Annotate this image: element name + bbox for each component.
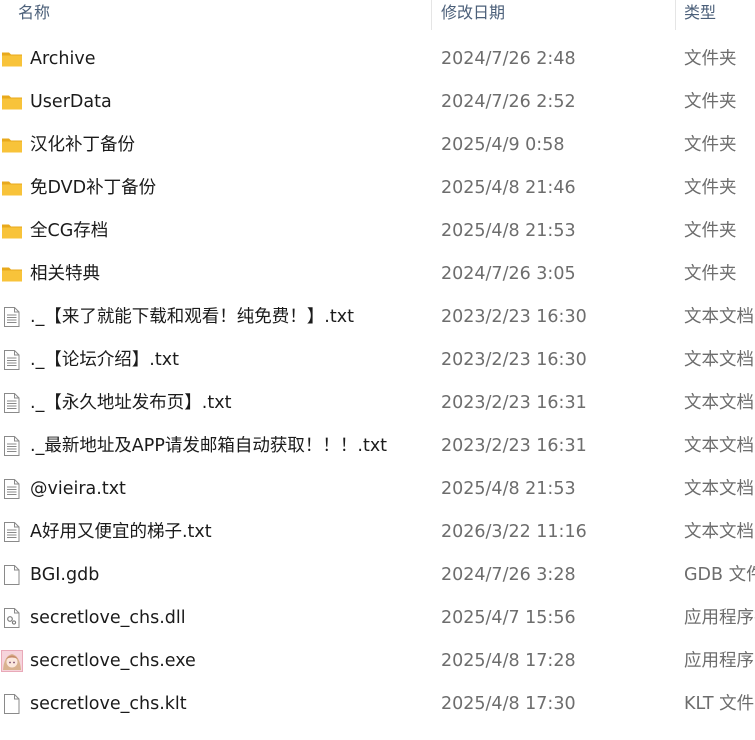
file-row[interactable]: ._【永久地址发布页】.txt 2023/2/23 16:31 文本文档 [0, 382, 755, 425]
column-divider[interactable] [431, 0, 432, 30]
file-modified-date: 2025/4/8 17:28 [441, 651, 576, 671]
folder-icon [1, 134, 23, 156]
file-name: secretlove_chs.klt [30, 694, 187, 714]
file-type: 文件夹 [684, 178, 737, 198]
file-row[interactable]: 全CG存档 2025/4/8 21:53 文件夹 [0, 210, 755, 253]
file-row[interactable]: ._【来了就能下载和观看！纯免费！】.txt 2023/2/23 16:30 文本文… [0, 296, 755, 339]
file-row[interactable]: A好用又便宜的梯子.txt 2026/3/22 11:16 文本文档 [0, 511, 755, 554]
file-modified-date: 2025/4/9 0:58 [441, 135, 565, 155]
file-name: 相关特典 [30, 264, 100, 284]
file-name: BGI.gdb [30, 565, 100, 585]
file-modified-date: 2025/4/8 17:30 [441, 694, 576, 714]
file-modified-date: 2023/2/23 16:31 [441, 393, 587, 413]
file-type: 文本文档 [684, 307, 754, 327]
file-row[interactable]: ._最新地址及APP请发邮箱自动获取！！！.txt 2023/2/23 16:31… [0, 425, 755, 468]
file-type: 文件夹 [684, 49, 737, 69]
file-modified-date: 2024/7/26 3:28 [441, 565, 576, 585]
blank-file-icon [1, 693, 23, 715]
file-type: 文本文档 [684, 393, 754, 413]
folder-icon [1, 177, 23, 199]
blank-file-icon [1, 564, 23, 586]
file-row[interactable]: @vieira.txt 2025/4/8 21:53 文本文档 [0, 468, 755, 511]
file-name: ._最新地址及APP请发邮箱自动获取！！！.txt [30, 436, 388, 456]
folder-icon [1, 91, 23, 113]
file-row[interactable]: 相关特典 2024/7/26 3:05 文件夹 [0, 253, 755, 296]
file-modified-date: 2025/4/8 21:53 [441, 221, 576, 241]
file-type: KLT 文件 [684, 694, 755, 714]
file-type: 文本文档 [684, 522, 754, 542]
file-name: 汉化补丁备份 [30, 135, 135, 155]
file-type: 文本文档 [684, 350, 754, 370]
file-modified-date: 2023/2/23 16:30 [441, 307, 587, 327]
file-type: 应用程序 [684, 651, 754, 671]
folder-icon [1, 220, 23, 242]
file-type: 文本文档 [684, 479, 754, 499]
file-name: @vieira.txt [30, 479, 126, 499]
file-name: Archive [30, 49, 96, 69]
file-type: 文件夹 [684, 264, 737, 284]
file-row[interactable]: Archive 2024/7/26 2:48 文件夹 [0, 38, 755, 81]
file-modified-date: 2024/7/26 3:05 [441, 264, 576, 284]
file-type: 文本文档 [684, 436, 754, 456]
column-header-bar: 名称 修改日期 类型 [0, 0, 755, 30]
column-header-date[interactable]: 修改日期 [441, 0, 505, 28]
file-modified-date: 2026/3/22 11:16 [441, 522, 587, 542]
file-name: ._【来了就能下载和观看！纯免费！】.txt [30, 307, 354, 327]
text-file-icon [1, 349, 23, 371]
dll-file-icon [1, 607, 23, 629]
file-modified-date: 2023/2/23 16:31 [441, 436, 587, 456]
file-name: ._【永久地址发布页】.txt [30, 393, 232, 413]
file-modified-date: 2024/7/26 2:52 [441, 92, 576, 112]
text-file-icon [1, 392, 23, 414]
file-modified-date: 2024/7/26 2:48 [441, 49, 576, 69]
file-row[interactable]: secretlove_chs.klt 2025/4/8 17:30 KLT 文件 [0, 683, 755, 726]
file-name: UserData [30, 92, 112, 112]
column-header-name[interactable]: 名称 [18, 0, 50, 28]
file-modified-date: 2023/2/23 16:30 [441, 350, 587, 370]
file-name: 全CG存档 [30, 221, 109, 241]
file-row[interactable]: 免DVD补丁备份 2025/4/8 21:46 文件夹 [0, 167, 755, 210]
exe-app-icon [1, 650, 23, 672]
file-row[interactable]: secretlove_chs.dll 2025/4/7 15:56 应用程序扩展 [0, 597, 755, 640]
file-type: 文件夹 [684, 221, 737, 241]
file-type: 文件夹 [684, 92, 737, 112]
file-modified-date: 2025/4/7 15:56 [441, 608, 576, 628]
file-modified-date: 2025/4/8 21:46 [441, 178, 576, 198]
text-file-icon [1, 478, 23, 500]
file-name: secretlove_chs.exe [30, 651, 196, 671]
file-name: A好用又便宜的梯子.txt [30, 522, 212, 542]
file-row[interactable]: ._【论坛介绍】.txt 2023/2/23 16:30 文本文档 [0, 339, 755, 382]
file-type: 应用程序扩展 [684, 608, 755, 628]
file-type: 文件夹 [684, 135, 737, 155]
file-name: ._【论坛介绍】.txt [30, 350, 179, 370]
folder-icon [1, 48, 23, 70]
text-file-icon [1, 435, 23, 457]
file-row[interactable]: BGI.gdb 2024/7/26 3:28 GDB 文件 [0, 554, 755, 597]
text-file-icon [1, 306, 23, 328]
file-type: GDB 文件 [684, 565, 755, 585]
column-divider[interactable] [675, 0, 676, 30]
file-modified-date: 2025/4/8 21:53 [441, 479, 576, 499]
folder-icon [1, 263, 23, 285]
file-row[interactable]: UserData 2024/7/26 2:52 文件夹 [0, 81, 755, 124]
text-file-icon [1, 521, 23, 543]
file-name: 免DVD补丁备份 [30, 178, 157, 198]
file-row[interactable]: 汉化补丁备份 2025/4/9 0:58 文件夹 [0, 124, 755, 167]
column-header-type[interactable]: 类型 [684, 0, 716, 28]
file-row[interactable]: secretlove_chs.exe 2025/4/8 17:28 应用程序 [0, 640, 755, 683]
file-name: secretlove_chs.dll [30, 608, 186, 628]
